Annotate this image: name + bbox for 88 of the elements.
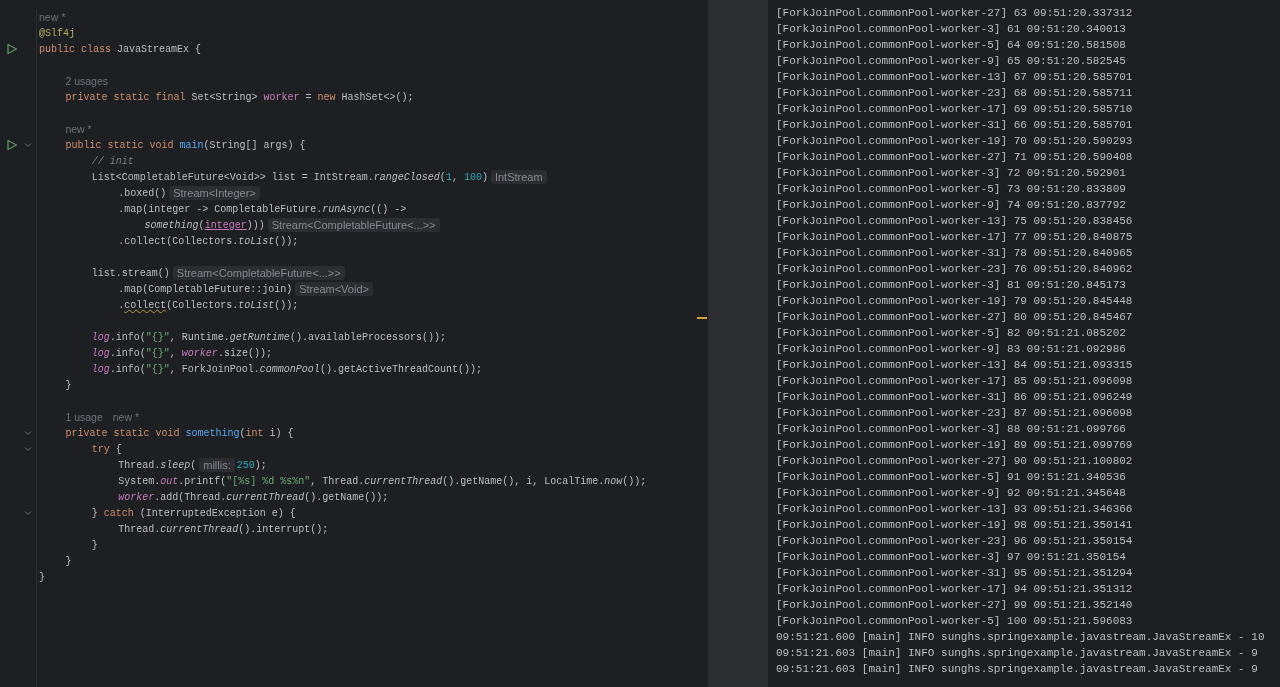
run-icon[interactable] bbox=[6, 43, 18, 55]
fold-icon[interactable] bbox=[24, 142, 32, 148]
fold-icon[interactable] bbox=[24, 430, 32, 436]
console-line: [ForkJoinPool.commonPool-worker-31] 66 09:51:20.585701 bbox=[776, 118, 1134, 133]
code-text: public class JavaStreamEx { bbox=[39, 43, 202, 55]
console-line: [ForkJoinPool.commonPool-worker-5] 91 09:51:21.340536 bbox=[776, 470, 1127, 485]
code-lens[interactable]: new * bbox=[65, 123, 92, 135]
code-text: worker.add(Thread.currentThread().getName()); bbox=[118, 491, 389, 503]
console-line: [ForkJoinPool.commonPool-worker-23] 96 09:51:21.350154 bbox=[776, 534, 1134, 549]
inlay-hint: Stream<CompletableFuture<...>> bbox=[172, 266, 345, 280]
code-text: } bbox=[91, 539, 98, 551]
code-text: .boxed() bbox=[118, 187, 167, 199]
fold-icon[interactable] bbox=[24, 510, 32, 516]
console-line: [ForkJoinPool.commonPool-worker-3] 72 09:51:20.592901 bbox=[776, 166, 1127, 181]
console-line: [ForkJoinPool.commonPool-worker-9] 92 09:51:21.345648 bbox=[776, 486, 1127, 501]
inlay-hint: Stream<Void> bbox=[295, 282, 373, 296]
console-line: 09:51:21.600 [main] INFO sunghs.springexample.javastream.JavaStreamEx - 10 bbox=[776, 630, 1266, 645]
code-text: System.out.printf("[%s] %d %s%n", Thread.currentThread().getName(), i, LocalTime.now()); bbox=[118, 475, 647, 487]
console-line: [ForkJoinPool.commonPool-worker-3] 61 09:51:20.340013 bbox=[776, 22, 1127, 37]
code-text: } bbox=[65, 379, 72, 391]
inlay-hint: millis: bbox=[199, 458, 235, 472]
console-line: [ForkJoinPool.commonPool-worker-17] 94 09:51:21.351312 bbox=[776, 582, 1134, 597]
warning-marker bbox=[697, 317, 707, 319]
code-text: 250); bbox=[236, 459, 267, 471]
code-lens[interactable]: 2 usages bbox=[65, 75, 108, 87]
console-line: [ForkJoinPool.commonPool-worker-27] 90 09:51:21.100802 bbox=[776, 454, 1134, 469]
code-text: public static void main(String[] args) { bbox=[65, 139, 306, 151]
console-line: [ForkJoinPool.commonPool-worker-9] 74 09:51:20.837792 bbox=[776, 198, 1127, 213]
console-line: [ForkJoinPool.commonPool-worker-13] 84 09:51:21.093315 bbox=[776, 358, 1134, 373]
code-text: .collect(Collectors.toList()); bbox=[118, 299, 299, 311]
code-text: } bbox=[65, 555, 72, 567]
code-text: .map(integer -> CompletableFuture.runAsync(() -> bbox=[118, 203, 407, 215]
code-text: List<CompletableFuture<Void>> list = IntStream.rangeClosed(1, 100) bbox=[91, 171, 488, 183]
console-line: [ForkJoinPool.commonPool-worker-9] 65 09:51:20.582545 bbox=[776, 54, 1127, 69]
console-line: [ForkJoinPool.commonPool-worker-23] 87 09:51:21.096098 bbox=[776, 406, 1134, 421]
console-line: [ForkJoinPool.commonPool-worker-3] 97 09:51:21.350154 bbox=[776, 550, 1127, 565]
code-text: } catch (InterruptedException e) { bbox=[91, 507, 296, 519]
console-line: [ForkJoinPool.commonPool-worker-9] 83 09:51:21.092986 bbox=[776, 342, 1127, 357]
inlay-hint: Stream<Integer> bbox=[169, 186, 260, 200]
code-text: list.stream() bbox=[91, 267, 170, 279]
code-text: log.info("{}", worker.size()); bbox=[91, 347, 272, 359]
console-line: [ForkJoinPool.commonPool-worker-5] 82 09:51:21.085202 bbox=[776, 326, 1127, 341]
console-line: [ForkJoinPool.commonPool-worker-27] 99 09:51:21.352140 bbox=[776, 598, 1134, 613]
console-line: [ForkJoinPool.commonPool-worker-17] 77 09:51:20.840875 bbox=[776, 230, 1134, 245]
code-lens[interactable]: new * bbox=[39, 11, 66, 23]
console-line: [ForkJoinPool.commonPool-worker-27] 80 09:51:20.845467 bbox=[776, 310, 1134, 325]
console-line: [ForkJoinPool.commonPool-worker-5] 73 09:51:20.833809 bbox=[776, 182, 1127, 197]
code-text: // init bbox=[91, 155, 134, 167]
console-line: [ForkJoinPool.commonPool-worker-13] 67 09:51:20.585701 bbox=[776, 70, 1134, 85]
code-text: private static final Set<String> worker = new HashSet<>(); bbox=[65, 91, 414, 103]
console-line: 09:51:21.603 [main] INFO sunghs.springexample.javastream.JavaStreamEx - 9 bbox=[776, 662, 1259, 677]
run-icon[interactable] bbox=[6, 139, 18, 151]
console-line: [ForkJoinPool.commonPool-worker-27] 63 09:51:20.337312 bbox=[776, 6, 1134, 21]
console-line: [ForkJoinPool.commonPool-worker-3] 88 09:51:21.099766 bbox=[776, 422, 1127, 437]
code-text: @Slf4j bbox=[39, 27, 75, 39]
code-text: .map(CompletableFuture::join) bbox=[118, 283, 293, 295]
console-line: [ForkJoinPool.commonPool-worker-19] 79 09:51:20.845448 bbox=[776, 294, 1134, 309]
code-text: log.info("{}", ForkJoinPool.commonPool().getActiveThreadCount()); bbox=[91, 363, 482, 375]
console-line: [ForkJoinPool.commonPool-worker-13] 93 09:51:21.346366 bbox=[776, 502, 1134, 517]
code-lens[interactable]: 1 usage bbox=[65, 411, 103, 423]
console-line: [ForkJoinPool.commonPool-worker-23] 76 09:51:20.840962 bbox=[776, 262, 1134, 277]
console-line: [ForkJoinPool.commonPool-worker-23] 68 09:51:20.585711 bbox=[776, 86, 1134, 101]
code-text: private static void something(int i) { bbox=[65, 427, 294, 439]
console-line: [ForkJoinPool.commonPool-worker-31] 95 09:51:21.351294 bbox=[776, 566, 1134, 581]
console-line: [ForkJoinPool.commonPool-worker-17] 69 09:51:20.585710 bbox=[776, 102, 1134, 117]
console-line: [ForkJoinPool.commonPool-worker-27] 71 09:51:20.590408 bbox=[776, 150, 1134, 165]
code-text: log.info("{}", Runtime.getRuntime().availableProcessors()); bbox=[91, 331, 446, 343]
console-line: [ForkJoinPool.commonPool-worker-13] 75 09:51:20.838456 bbox=[776, 214, 1134, 229]
console-line: [ForkJoinPool.commonPool-worker-17] 85 09:51:21.096098 bbox=[776, 374, 1134, 389]
console-line: [ForkJoinPool.commonPool-worker-5] 100 09:51:21.596083 bbox=[776, 614, 1134, 629]
fold-icon[interactable] bbox=[24, 446, 32, 452]
console-line: [ForkJoinPool.commonPool-worker-19] 98 09:51:21.350141 bbox=[776, 518, 1134, 533]
console-line: [ForkJoinPool.commonPool-worker-19] 70 09:51:20.590293 bbox=[776, 134, 1134, 149]
console-line: [ForkJoinPool.commonPool-worker-3] 81 09:51:20.845173 bbox=[776, 278, 1127, 293]
code-text: Thread.currentThread().interrupt(); bbox=[118, 523, 329, 535]
code-text: Thread.sleep( bbox=[118, 459, 197, 471]
inlay-hint: IntStream bbox=[490, 170, 547, 184]
console-line: [ForkJoinPool.commonPool-worker-19] 89 09:51:21.099769 bbox=[776, 438, 1134, 453]
code-text: .collect(Collectors.toList()); bbox=[118, 235, 299, 247]
code-text: something(integer))) bbox=[144, 219, 265, 231]
code-text: } bbox=[39, 571, 45, 583]
inlay-hint: Stream<CompletableFuture<...>> bbox=[267, 218, 440, 232]
console-line: [ForkJoinPool.commonPool-worker-5] 64 09:51:20.581508 bbox=[776, 38, 1127, 53]
console-line: 09:51:21.603 [main] INFO sunghs.springexample.javastream.JavaStreamEx - 9 bbox=[776, 646, 1259, 661]
code-text: try { bbox=[91, 443, 122, 455]
console-line: [ForkJoinPool.commonPool-worker-31] 78 09:51:20.840965 bbox=[776, 246, 1134, 261]
code-lens[interactable]: new * bbox=[112, 411, 140, 423]
console-line: [ForkJoinPool.commonPool-worker-31] 86 09:51:21.096249 bbox=[776, 390, 1134, 405]
